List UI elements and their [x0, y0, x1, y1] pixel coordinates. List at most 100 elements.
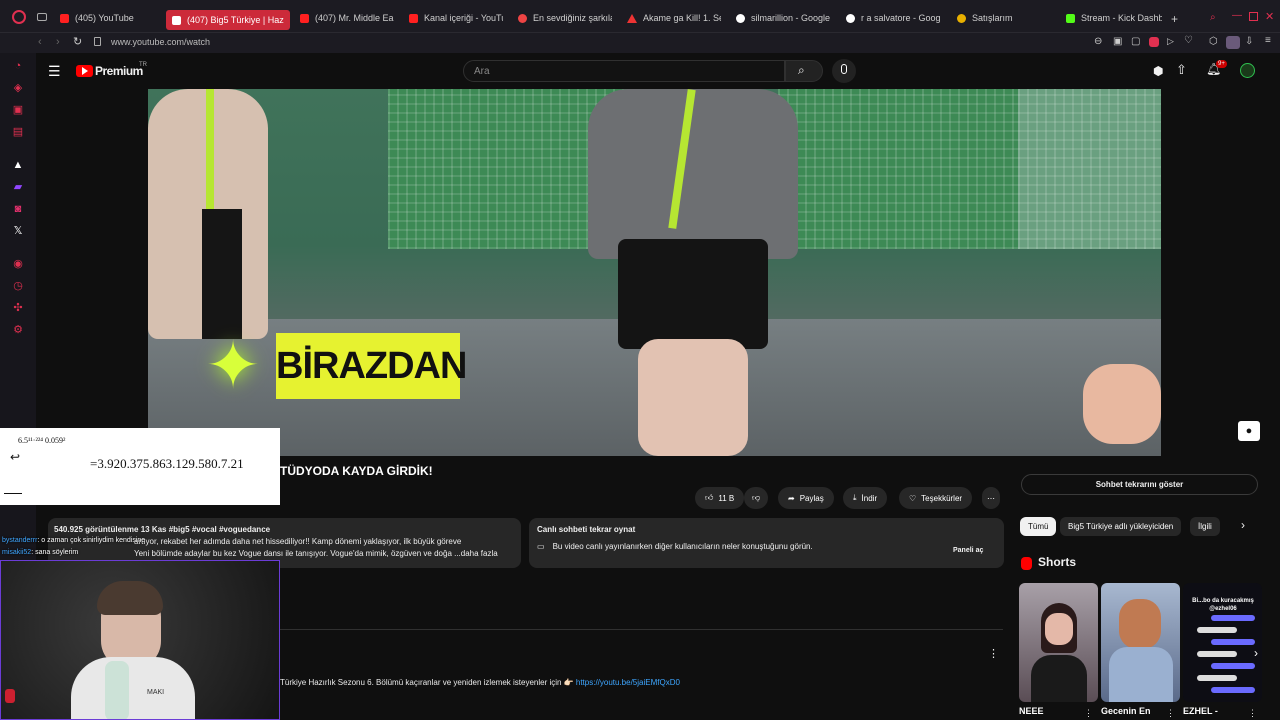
open-panel-button[interactable]: Paneli aç	[953, 547, 983, 554]
profile-icon[interactable]	[1226, 36, 1240, 49]
short-title[interactable]: Gecenin En	[1101, 706, 1151, 716]
aria-icon[interactable]: ◔	[12, 60, 24, 72]
short-body	[1109, 647, 1173, 702]
history-icon[interactable]: ◷	[12, 280, 24, 292]
instagram-icon[interactable]: ◙	[12, 203, 24, 215]
workspace-icon[interactable]	[37, 13, 47, 21]
tab-akame-ga-kill[interactable]: Akame ga Kill! 1. Sez	[627, 8, 721, 28]
tab-salvatore[interactable]: r a salvatore - Googl	[846, 8, 940, 28]
short-thumbnail[interactable]: Bi...bo da kuracakmış @ezhel06	[1183, 583, 1262, 702]
thanks-button[interactable]: ♡ Teşekkürler	[899, 487, 973, 509]
x-icon[interactable]: 𝕏	[12, 225, 24, 237]
maximize-icon[interactable]	[1249, 12, 1258, 21]
short-title[interactable]: NEEE	[1019, 706, 1044, 716]
close-icon[interactable]: ✕	[1265, 10, 1274, 23]
voice-search-button[interactable]	[832, 59, 856, 83]
create-icon[interactable]: ⬢	[1153, 64, 1163, 78]
messenger-icon[interactable]: ▣	[12, 104, 24, 116]
chip-related[interactable]: İlgili	[1190, 517, 1220, 536]
tab-kick-dashboard[interactable]: Stream - Kick Dashb	[1066, 8, 1162, 28]
url-field[interactable]: www.youtube.com/watch	[111, 37, 210, 47]
video-hand	[1083, 364, 1161, 444]
twitch-icon[interactable]: ▰	[12, 181, 24, 193]
tab-kanal-icerigi[interactable]: Kanal içeriği - YouTu	[409, 8, 503, 28]
player-icon[interactable]: ◉	[12, 258, 24, 270]
divider	[280, 629, 1003, 630]
tab-en-sevdiginiz[interactable]: En sevdiğiniz şarkıla	[518, 8, 612, 28]
zoom-icon[interactable]: ⊖	[1094, 36, 1102, 47]
opera-logo-icon[interactable]	[12, 10, 26, 24]
short-more-icon[interactable]: ⋮	[1084, 708, 1093, 719]
minimize-icon[interactable]: —	[1232, 10, 1242, 21]
download-button[interactable]: ⤓ İndir	[843, 487, 888, 509]
play-icon[interactable]: ▷	[1167, 36, 1174, 47]
reload-icon[interactable]: ↻	[73, 35, 82, 48]
kick-sidebar-icon[interactable]: ▲	[12, 159, 24, 171]
dislike-button[interactable]: 👎︎	[744, 487, 769, 509]
video-person-center-legs	[638, 339, 748, 456]
tab-silmarillion[interactable]: silmarillion - Google	[736, 8, 830, 28]
chat-bubble-icon: ▭	[537, 542, 545, 551]
search-input[interactable]: Ara	[463, 60, 785, 82]
adblock-icon[interactable]	[1149, 37, 1159, 47]
video-scenery	[778, 89, 1058, 249]
extensions-icon[interactable]: ⬡	[1209, 36, 1218, 47]
chip-from-uploader[interactable]: Big5 Türkiye adlı yükleyiciden	[1060, 517, 1182, 536]
search-tabs-icon[interactable]: ⌕	[1210, 12, 1216, 23]
youtube-favicon-icon	[172, 15, 181, 25]
back-icon[interactable]: ‹	[38, 36, 42, 48]
short-more-icon[interactable]: ⋮	[1248, 708, 1257, 719]
play-triangle-icon	[82, 67, 88, 75]
more-horizontal-icon: ⋯	[987, 493, 995, 503]
extensions-sidebar-icon[interactable]: ✣	[12, 302, 24, 314]
short-thumbnail[interactable]	[1101, 583, 1180, 702]
short-face	[1045, 613, 1073, 645]
comment-link[interactable]: https://youtu.be/5jaiEMfQxD0	[576, 678, 680, 687]
shop-favicon-icon	[957, 13, 966, 23]
voice-message-bar	[1211, 687, 1255, 693]
tab-mr-middle-east[interactable]: (407) Mr. Middle Ea	[300, 8, 395, 28]
show-chat-replay-button[interactable]: Sohbet tekrarını göster	[1021, 474, 1258, 495]
share-button[interactable]: ➦ Paylaş	[778, 487, 834, 509]
chat-message: misakii52: sana söylerim	[2, 549, 79, 556]
chip-all[interactable]: Tümü	[1020, 517, 1057, 536]
heart-icon[interactable]: ♡	[1184, 35, 1193, 46]
channel-watermark-icon[interactable]: ●	[1238, 421, 1260, 441]
more-actions-button[interactable]: ⋯	[982, 487, 1000, 509]
tab-youtube-home[interactable]: (405) YouTube	[60, 8, 134, 28]
youtube-premium-logo[interactable]: Premium	[95, 64, 143, 78]
short-more-icon[interactable]: ⋮	[1166, 708, 1175, 719]
thanks-heart-icon: ♡	[909, 493, 917, 503]
bookmark-icon[interactable]: ▢	[1131, 36, 1140, 47]
youtube-favicon-icon	[60, 13, 69, 23]
voice-message-bar	[1197, 651, 1237, 657]
settings-icon[interactable]: ⚙	[12, 324, 24, 336]
microphone-icon	[841, 64, 847, 74]
mail-icon[interactable]: ▤	[12, 126, 24, 138]
upload-icon[interactable]: ⇧	[1176, 62, 1187, 78]
short-title[interactable]: EZHEL -	[1183, 706, 1218, 716]
new-tab-button[interactable]: +	[1171, 12, 1178, 26]
shorts-next-icon[interactable]: ›	[1254, 646, 1258, 660]
like-button[interactable]: 👍︎ 11 B	[695, 487, 745, 509]
video-title: TÜDYODA KAYDA GİRDİK!	[280, 464, 433, 478]
download-icon[interactable]: ⇩	[1245, 36, 1253, 47]
chevron-right-icon[interactable]: ›	[1241, 518, 1245, 532]
tab-big5-turkiye[interactable]: (407) Big5 Türkiye | Haz	[166, 10, 290, 30]
shopping-icon[interactable]: ◈	[12, 82, 24, 94]
description-line: Yeni bölümde adaylar bu kez Vogue dansı …	[134, 549, 498, 558]
kick-favicon-icon	[1066, 13, 1075, 23]
video-player[interactable]	[148, 89, 1161, 456]
comment-more-icon[interactable]: ⋮	[988, 647, 999, 660]
video-scenery	[1018, 89, 1161, 249]
short-thumbnail[interactable]	[1019, 583, 1098, 702]
forward-icon[interactable]: ›	[56, 36, 60, 48]
tab-satislarim[interactable]: Satışlarım	[957, 8, 1051, 28]
voice-message-bar	[1211, 639, 1255, 645]
menu-icon[interactable]: ≡	[1265, 35, 1271, 46]
shirt-text: MAKI	[147, 689, 165, 696]
avatar[interactable]	[1240, 63, 1255, 78]
camera-icon[interactable]: ▣	[1113, 36, 1122, 47]
hamburger-menu-icon[interactable]: ☰	[48, 63, 61, 80]
search-button[interactable]: ⌕	[785, 60, 823, 82]
